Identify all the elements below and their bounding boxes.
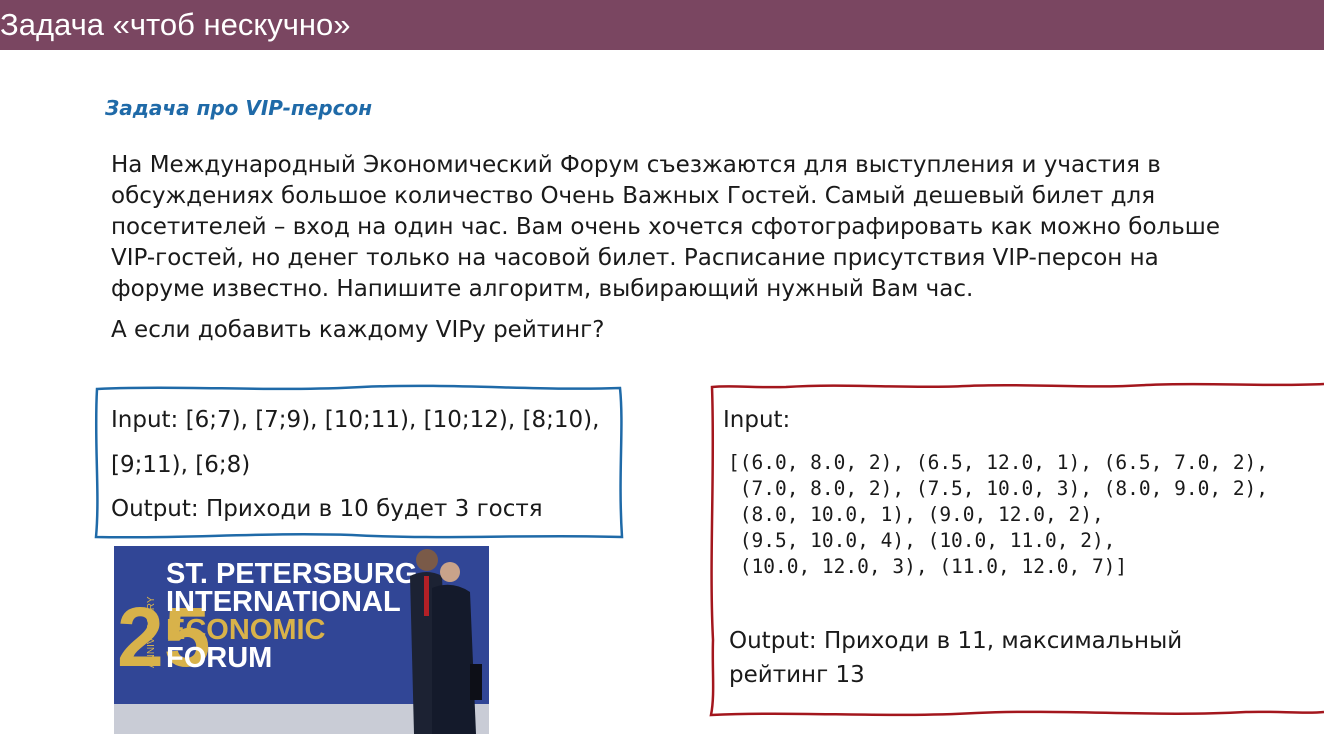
data-line: (7.0, 8.0, 2), (7.5, 10.0, 3), (8.0, 9.0… bbox=[728, 477, 1269, 500]
forum-photo: 25 ANNIVERSARY ST. PETERSBURG INTERNATIO… bbox=[114, 546, 489, 734]
person2-head bbox=[440, 562, 460, 582]
example2-input-label: Input: bbox=[723, 407, 791, 433]
example2-output-line1: Output: Приходи в 11, максимальный bbox=[729, 628, 1183, 654]
person2-body bbox=[432, 584, 476, 734]
anniversary-word: ANNIVERSARY bbox=[146, 596, 157, 668]
example1-input-line1: Input: [6;7), [7;9), [10;11), [10;12), [… bbox=[111, 407, 600, 433]
rating-question: А если добавить каждому VIPу рейтинг? bbox=[111, 317, 605, 343]
problem-line: посетителей – вход на один час. Вам очен… bbox=[111, 214, 1220, 240]
logo-line-4: FORUM bbox=[166, 642, 272, 674]
problem-line: обсуждениях большое количество Очень Важ… bbox=[111, 183, 1156, 209]
problem-line: VIP-гостей, но денег только на часовой б… bbox=[111, 245, 1159, 271]
problem-line: На Международный Экономический Форум съе… bbox=[111, 152, 1161, 178]
example1-output: Output: Приходи в 10 будет 3 гостя bbox=[111, 496, 543, 522]
slide-title: Задача «чтоб нескучно» bbox=[0, 7, 351, 42]
problem-statement: На Международный Экономический Форум съе… bbox=[111, 150, 1221, 305]
data-line: (9.5, 10.0, 4), (10.0, 11.0, 2), bbox=[728, 529, 1116, 552]
example2-data: [(6.0, 8.0, 2), (6.5, 12.0, 1), (6.5, 7.… bbox=[728, 450, 1268, 580]
title-bar: Задача «чтоб нескучно» bbox=[0, 0, 1324, 50]
person2-bag bbox=[470, 664, 482, 700]
person1-head bbox=[416, 549, 438, 571]
person1-tie bbox=[424, 576, 429, 616]
data-line: (8.0, 10.0, 1), (9.0, 12.0, 2), bbox=[728, 503, 1104, 526]
example1-input-line2: [9;11), [6;8) bbox=[111, 452, 251, 478]
forum-photo-illustration: 25 ANNIVERSARY ST. PETERSBURG INTERNATIO… bbox=[114, 546, 489, 734]
data-line: [(6.0, 8.0, 2), (6.5, 12.0, 1), (6.5, 7.… bbox=[728, 451, 1269, 474]
data-line: (10.0, 12.0, 3), (11.0, 12.0, 7)] bbox=[728, 555, 1128, 578]
problem-line: форуме известно. Напишите алгоритм, выби… bbox=[111, 276, 974, 302]
example2-output-line2: рейтинг 13 bbox=[729, 662, 865, 688]
slide-subtitle: Задача про VIP-персон bbox=[105, 96, 373, 120]
